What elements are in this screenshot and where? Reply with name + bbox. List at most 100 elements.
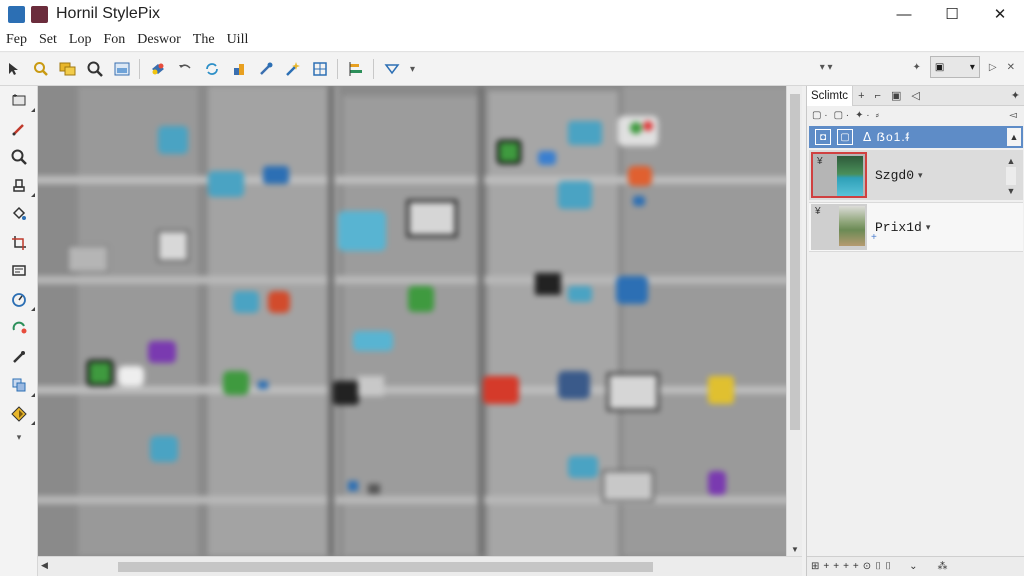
crop-tool-icon[interactable] bbox=[0, 229, 38, 258]
scroll-down-icon[interactable]: ▼ bbox=[1007, 186, 1016, 196]
layer-preview-image bbox=[839, 206, 865, 246]
tab-layers[interactable]: Sclimtc bbox=[807, 85, 854, 106]
layer-settings-icon[interactable]: ✦ · bbox=[855, 110, 870, 121]
close-button[interactable]: ✕ bbox=[976, 0, 1024, 28]
scroll-up-icon[interactable]: ▲ bbox=[1007, 128, 1021, 146]
undo-icon[interactable] bbox=[172, 56, 198, 82]
layer-mode-icon[interactable]: ◅ bbox=[1009, 110, 1017, 121]
panel-footer-toolbar: ⊞ + + + + ⊙ ⌷ ⌷ ⌄ ⁂ bbox=[807, 556, 1024, 576]
title-bar: Hornil StylePix — ☐ ✕ bbox=[0, 0, 1024, 28]
dropper-tool-icon[interactable] bbox=[0, 343, 38, 372]
toolbar-separator bbox=[373, 59, 374, 79]
brush-preset-icon[interactable] bbox=[145, 56, 171, 82]
layers-panel: Sclimtc + ⌐ ▣ ◁ ✦ ▢ · ▢ · ✦ · ⸗ ◅ ◘ ▢ ᐃ … bbox=[806, 85, 1024, 576]
menu-item-font[interactable]: Fon bbox=[97, 32, 131, 48]
horizontal-scroll-thumb[interactable] bbox=[118, 562, 653, 572]
footer-add-icon[interactable]: + bbox=[823, 561, 829, 572]
play-icon[interactable]: ▷ bbox=[984, 62, 1002, 73]
menu-item-design[interactable]: Deswor bbox=[131, 32, 187, 48]
vertical-scroll-thumb[interactable] bbox=[790, 94, 800, 430]
collapse-icon[interactable]: ⌐ bbox=[870, 90, 886, 102]
move-tool-icon[interactable] bbox=[0, 86, 38, 115]
group-lock-icon[interactable]: ▢ bbox=[837, 129, 853, 145]
layer-scroll-track[interactable] bbox=[1006, 167, 1016, 185]
footer-add-icon[interactable]: + bbox=[853, 561, 859, 572]
maximize-button[interactable]: ☐ bbox=[928, 0, 976, 28]
channel-icon[interactable]: ▣ bbox=[886, 89, 906, 102]
new-layer-icon[interactable]: ▢ · bbox=[812, 110, 828, 121]
compass-tool-icon[interactable] bbox=[0, 286, 38, 315]
layer-group-header[interactable]: ◘ ▢ ᐃ ẞo1.ᵮ ▲ bbox=[809, 126, 1023, 148]
scroll-down-icon[interactable]: ▼ bbox=[787, 545, 803, 554]
history-icon[interactable]: ◁ bbox=[906, 89, 924, 102]
align-icon[interactable] bbox=[343, 56, 369, 82]
scroll-left-icon[interactable]: ◀ bbox=[41, 560, 48, 571]
more-tools-chevron-icon[interactable]: ▾ bbox=[0, 428, 38, 446]
clone-tool-icon[interactable] bbox=[0, 371, 38, 400]
main-toolbar: ▾ ▾ ▾ ✦ ▣ ▾ ▷ ✕ bbox=[0, 53, 1024, 86]
layers-icon[interactable] bbox=[55, 56, 81, 82]
add-tab-icon[interactable]: + bbox=[853, 90, 869, 102]
pointer-icon[interactable] bbox=[1, 56, 27, 82]
footer-mask-icon[interactable]: ⊙ bbox=[863, 561, 871, 572]
chevron-down-icon[interactable]: ▾ ▾ bbox=[815, 62, 838, 73]
footer-new-icon[interactable]: ⊞ bbox=[811, 561, 819, 572]
chevron-down-icon[interactable]: ▾ bbox=[926, 222, 931, 233]
stamp-tool-icon[interactable] bbox=[0, 172, 38, 201]
filter-icon[interactable] bbox=[379, 56, 405, 82]
magic-wand-icon[interactable] bbox=[280, 56, 306, 82]
pin-icon[interactable]: ✦ bbox=[1006, 89, 1024, 102]
minimize-button[interactable]: — bbox=[880, 0, 928, 28]
menu-item-edit[interactable]: Set bbox=[33, 32, 63, 48]
layer-effects-icon[interactable]: ⸗ bbox=[876, 110, 879, 121]
menu-item-layer[interactable]: Lop bbox=[63, 32, 98, 48]
app-logo-icon bbox=[8, 5, 25, 23]
crop-icon[interactable] bbox=[226, 56, 252, 82]
chevron-down-icon: ▾ bbox=[969, 61, 975, 73]
canvas-vertical-scrollbar[interactable]: ▼ bbox=[786, 86, 802, 556]
add-mask-icon[interactable]: + bbox=[871, 232, 877, 243]
zoom-icon[interactable] bbox=[28, 56, 54, 82]
duplicate-layer-icon[interactable]: ▢ · bbox=[834, 110, 850, 121]
toolbar-separator bbox=[337, 59, 338, 79]
view-mode-select[interactable]: ▣ ▾ bbox=[929, 56, 980, 78]
fill-tool-icon[interactable] bbox=[0, 200, 38, 229]
color-tool-icon[interactable] bbox=[0, 314, 38, 343]
text-tool-icon[interactable] bbox=[0, 257, 38, 286]
refresh-icon[interactable] bbox=[199, 56, 225, 82]
layer-visibility-icon[interactable]: ¥ bbox=[817, 156, 823, 167]
footer-add-icon[interactable]: + bbox=[833, 561, 839, 572]
image-canvas[interactable] bbox=[38, 86, 786, 556]
pen-tool-icon[interactable] bbox=[0, 115, 38, 144]
eyedropper-icon[interactable] bbox=[253, 56, 279, 82]
magnifier-tool-icon[interactable] bbox=[0, 143, 38, 172]
panel-tool-row: ▢ · ▢ · ✦ · ⸗ ◅ bbox=[807, 106, 1024, 124]
chevron-down-icon[interactable]: ▾ bbox=[918, 170, 923, 181]
layer-preview-image bbox=[837, 156, 863, 196]
footer-delete-icon[interactable]: ⌷ bbox=[875, 561, 881, 572]
footer-menu-icon[interactable]: ⌄ bbox=[909, 561, 917, 572]
layer-name: Prix1d bbox=[875, 219, 922, 235]
gradient-tool-icon[interactable] bbox=[0, 400, 38, 429]
window-controls: — ☐ ✕ bbox=[880, 0, 1024, 28]
layer-list-scrollbar[interactable]: ▲ ▼ bbox=[1005, 156, 1017, 196]
menu-item-theme[interactable]: The bbox=[187, 32, 221, 48]
menu-item-util[interactable]: Uill bbox=[221, 32, 255, 48]
footer-resize-icon[interactable]: ⁂ bbox=[938, 561, 948, 572]
layer-item[interactable]: ¥ Szgd0 ▾ ▲ ▼ bbox=[809, 150, 1023, 200]
scroll-up-icon[interactable]: ▲ bbox=[1007, 156, 1016, 166]
image-icon[interactable] bbox=[109, 56, 135, 82]
grid-icon[interactable] bbox=[307, 56, 333, 82]
group-visibility-icon[interactable]: ◘ bbox=[815, 129, 831, 145]
search-icon[interactable] bbox=[82, 56, 108, 82]
expand-icon[interactable]: ✕ bbox=[1002, 62, 1020, 73]
settings-icon[interactable]: ✦ bbox=[908, 62, 926, 73]
layer-visibility-icon[interactable]: ¥ bbox=[815, 206, 821, 217]
chevron-down-icon[interactable]: ▾ bbox=[405, 64, 420, 75]
layer-item[interactable]: ¥ + Prix1d ▾ bbox=[809, 202, 1023, 252]
menu-item-file[interactable]: Fep bbox=[0, 32, 33, 48]
footer-copy-icon[interactable]: ⌷ bbox=[885, 561, 891, 572]
layer-name: Szgd0 bbox=[875, 167, 915, 183]
canvas-horizontal-scrollbar[interactable]: ◀ bbox=[38, 556, 802, 576]
footer-add-icon[interactable]: + bbox=[843, 561, 849, 572]
